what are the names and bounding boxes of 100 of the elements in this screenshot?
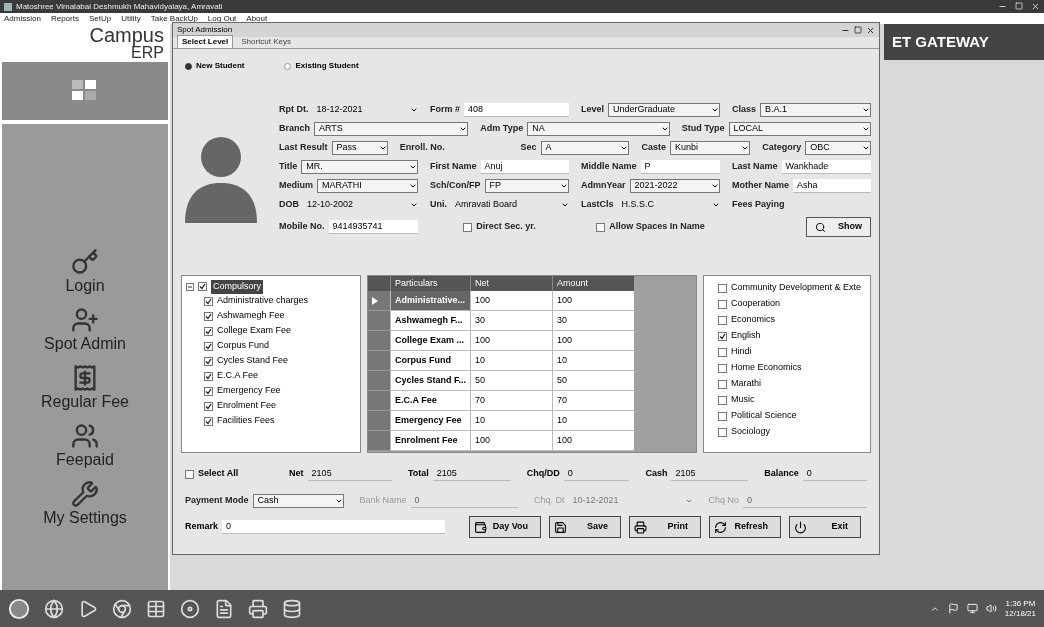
action-button[interactable]: Print xyxy=(629,516,701,538)
text-field[interactable]: Asha xyxy=(793,179,871,193)
checkbox[interactable] xyxy=(718,331,727,341)
globe-icon[interactable] xyxy=(44,598,64,619)
menu-item[interactable]: Take BackUp xyxy=(150,12,198,25)
menu-item[interactable]: Reports xyxy=(50,12,79,25)
subject-item[interactable]: Music xyxy=(731,393,755,407)
dropdown[interactable]: 2021-2022 xyxy=(629,179,720,193)
tree-item[interactable]: Corpus Fund xyxy=(217,339,270,353)
checkbox[interactable] xyxy=(718,299,727,309)
action-button[interactable]: Refresh xyxy=(709,516,781,538)
checkbox[interactable] xyxy=(204,371,213,381)
menu-item[interactable]: Utility xyxy=(121,12,141,25)
checkbox[interactable] xyxy=(718,427,727,437)
show-button[interactable]: Show xyxy=(806,217,871,237)
subject-item[interactable]: Cooperation xyxy=(731,297,781,311)
database-icon[interactable] xyxy=(282,598,302,619)
menu-item[interactable]: SetUp xyxy=(88,12,112,25)
checkbox[interactable] xyxy=(185,469,194,479)
tree-item[interactable]: Ashwamegh Fee xyxy=(217,309,285,323)
checkbox[interactable] xyxy=(718,315,727,325)
checkbox[interactable] xyxy=(596,222,606,232)
sidebar-item[interactable]: Login xyxy=(2,240,168,298)
checkbox[interactable] xyxy=(718,363,727,373)
maximize-icon[interactable] xyxy=(854,25,862,34)
text-field[interactable]: 0 xyxy=(222,520,445,534)
dropdown[interactable]: Kunbi xyxy=(669,141,751,155)
row-header[interactable] xyxy=(368,291,390,311)
subject-item[interactable]: Home Economics xyxy=(731,361,802,375)
checkbox[interactable] xyxy=(718,347,727,357)
checkbox[interactable] xyxy=(204,311,213,321)
expander[interactable] xyxy=(186,282,194,291)
sidebar-item[interactable]: Regular Fee xyxy=(2,356,168,414)
play-icon[interactable] xyxy=(78,598,98,619)
column-header[interactable]: Net xyxy=(470,276,552,291)
checkbox[interactable] xyxy=(463,222,473,232)
checkbox[interactable] xyxy=(204,386,213,396)
tab[interactable]: Select Level xyxy=(177,35,234,48)
dropdown[interactable]: MR. xyxy=(301,160,418,174)
text-field[interactable]: Wankhade xyxy=(781,160,871,174)
tree-item[interactable]: Enrolment Fee xyxy=(217,399,277,413)
subject-item[interactable]: Political Science xyxy=(731,409,797,423)
tree-item[interactable]: Administrative charges xyxy=(217,294,309,308)
text-field[interactable]: 408 xyxy=(464,103,569,117)
monitor-icon[interactable] xyxy=(966,603,978,614)
tree-item[interactable]: Facilities Fees xyxy=(217,414,275,428)
tree-item[interactable]: E.C.A Fee xyxy=(217,369,259,383)
text-field[interactable]: P xyxy=(640,160,720,174)
action-button[interactable]: Exit xyxy=(789,516,861,538)
checkbox[interactable] xyxy=(718,395,727,405)
radio-button[interactable] xyxy=(185,62,192,70)
subject-item[interactable]: Community Development & Exte xyxy=(731,281,862,295)
close-icon[interactable] xyxy=(1031,2,1040,11)
checkbox[interactable] xyxy=(204,341,213,351)
table-icon[interactable] xyxy=(146,598,166,619)
dropdown[interactable]: A xyxy=(540,141,630,155)
dropdown[interactable]: Pass xyxy=(331,141,388,155)
dropdown[interactable]: ARTS xyxy=(314,122,469,136)
dropdown[interactable]: LOCAL xyxy=(728,122,871,136)
menu-item[interactable]: About xyxy=(246,12,268,25)
dropdown[interactable]: NA xyxy=(527,122,670,136)
dropdown[interactable]: FP xyxy=(484,179,569,193)
subject-item[interactable]: English xyxy=(731,329,761,343)
text-field[interactable]: Anuj xyxy=(480,160,569,174)
checkbox[interactable] xyxy=(204,401,213,411)
flag-icon[interactable] xyxy=(947,603,959,614)
dropdown[interactable]: UnderGraduate xyxy=(608,103,720,117)
checkbox[interactable] xyxy=(718,411,727,421)
column-header[interactable]: Amount xyxy=(552,276,634,291)
checkbox[interactable] xyxy=(204,296,213,306)
tree-item[interactable]: Compulsory xyxy=(211,280,263,294)
radio-button[interactable] xyxy=(284,62,292,70)
dropdown[interactable]: Cash xyxy=(252,494,344,508)
sidebar-item[interactable]: My Settings xyxy=(2,472,168,530)
date-picker[interactable]: Amravati Board xyxy=(451,198,569,212)
close-icon[interactable] xyxy=(866,25,875,35)
checkbox[interactable] xyxy=(718,379,727,389)
tree-item[interactable]: College Exam Fee xyxy=(217,324,292,338)
sidebar-item[interactable]: Feepaid xyxy=(2,414,168,472)
action-button[interactable]: Save xyxy=(549,516,621,538)
subject-item[interactable]: Economics xyxy=(731,313,775,327)
checkbox[interactable] xyxy=(204,356,213,366)
speaker-icon[interactable] xyxy=(985,603,997,614)
checkbox[interactable] xyxy=(718,283,727,293)
subject-item[interactable]: Hindi xyxy=(731,345,752,359)
checkbox[interactable] xyxy=(198,282,207,292)
start-icon[interactable] xyxy=(8,597,30,620)
subject-item[interactable]: Marathi xyxy=(731,377,761,391)
printer-icon[interactable] xyxy=(248,598,268,619)
menu-item[interactable]: Admission xyxy=(4,12,41,25)
text-field[interactable]: 9414935741 xyxy=(328,220,418,234)
dropdown[interactable]: B.A.1 xyxy=(760,103,871,117)
subject-item[interactable]: Sociology xyxy=(731,425,771,439)
tree-item[interactable]: Emergency Fee xyxy=(217,384,281,398)
column-header[interactable]: Particulars xyxy=(390,276,470,291)
document-icon[interactable] xyxy=(214,598,234,619)
dropdown[interactable]: OBC xyxy=(805,141,871,155)
date-picker[interactable]: 12-10-2002 xyxy=(303,198,418,212)
action-button[interactable]: Day Vou xyxy=(469,516,541,538)
date-picker[interactable]: H.S.S.C xyxy=(617,198,720,212)
